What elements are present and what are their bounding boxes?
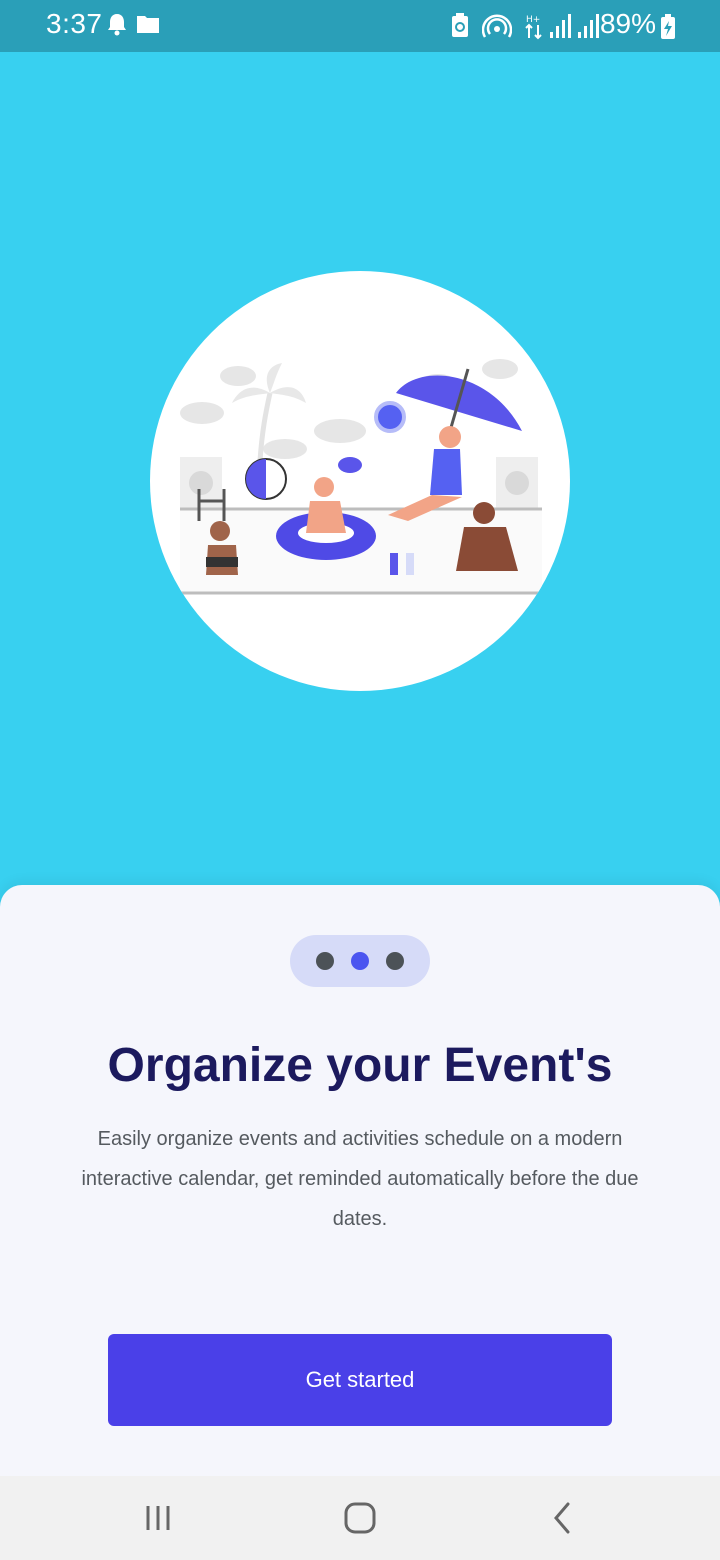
page-indicator — [290, 935, 430, 987]
page-dot[interactable] — [316, 952, 334, 970]
recent-apps-icon[interactable] — [138, 1498, 178, 1538]
data-arrows-icon: H+ — [525, 15, 542, 40]
system-navigation-bar — [0, 1476, 720, 1560]
status-time: 3:37 — [46, 8, 103, 39]
onboarding-sheet: Organize your Event's Easily organize ev… — [0, 885, 720, 1476]
signal-icon — [550, 14, 571, 38]
hotspot-icon — [482, 14, 512, 38]
pool-party-illustration — [180, 359, 542, 595]
status-bar: 3:37 H+ 89% — [0, 0, 720, 52]
battery-charging-icon — [661, 14, 675, 39]
battery-saver-icon — [452, 13, 468, 37]
svg-text:H+: H+ — [526, 15, 540, 25]
back-icon[interactable] — [542, 1498, 582, 1538]
folder-icon — [137, 16, 159, 33]
notification-bell-icon — [108, 14, 126, 36]
page-dot-active[interactable] — [351, 952, 369, 970]
page-dot[interactable] — [386, 952, 404, 970]
battery-percentage: 89% — [599, 8, 656, 39]
home-icon[interactable] — [340, 1498, 380, 1538]
onboarding-title: Organize your Event's — [107, 1039, 613, 1092]
onboarding-illustration — [150, 271, 570, 691]
signal-icon-2 — [578, 14, 599, 38]
get-started-button[interactable]: Get started — [108, 1334, 612, 1426]
onboarding-description: Easily organize events and activities sc… — [81, 1128, 639, 1230]
